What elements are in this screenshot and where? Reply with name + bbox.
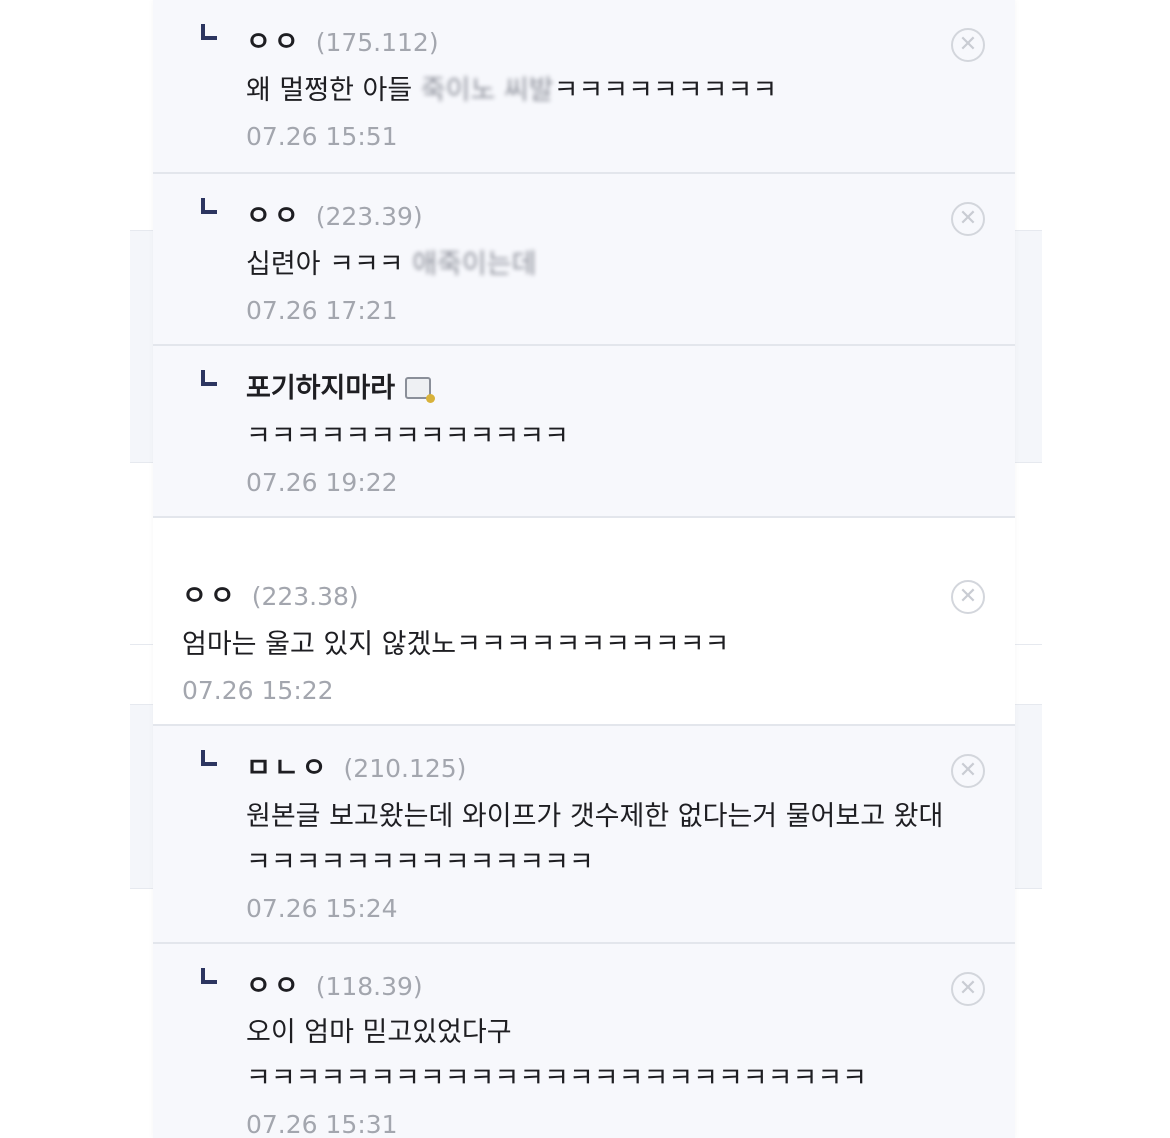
reply-arrow-icon (201, 24, 217, 40)
reply-comment: 포기하지마라 ㅋㅋㅋㅋㅋㅋㅋㅋㅋㅋㅋㅋㅋ 07.26 19:22 (153, 346, 1015, 518)
comment-header: ㅇㅇ (118.39) (246, 964, 423, 1003)
comment-text: 십련아 ㅋㅋㅋ (246, 249, 413, 280)
close-circle-icon[interactable]: ✕ (951, 580, 985, 614)
comment-header: ㅇㅇ (223.38) (182, 574, 359, 613)
comment-ip: (210.125) (343, 754, 467, 783)
close-circle-icon[interactable]: ✕ (951, 972, 985, 1006)
comment-body: 왜 멀쩡한 아들 죽이노 씨발ㅋㅋㅋㅋㅋㅋㅋㅋㅋ (246, 68, 966, 114)
root-comment: ㅇㅇ (223.38) 엄마는 울고 있지 않겠노ㅋㅋㅋㅋㅋㅋㅋㅋㅋㅋㅋ 07.… (153, 518, 1015, 726)
comment-text-tail: ㅋㅋㅋㅋㅋㅋㅋㅋㅋ (553, 75, 778, 106)
reply-arrow-icon (201, 198, 217, 214)
comment-date: 07.26 15:22 (182, 676, 334, 705)
reply-comment: ㅁㄴㅇ (210.125) 원본글 보고왔는데 와이프가 갯수제한 없다는거 물… (153, 726, 1015, 944)
comment-date: 07.26 15:31 (246, 1110, 398, 1138)
comment-body: ㅋㅋㅋㅋㅋㅋㅋㅋㅋㅋㅋㅋㅋ (246, 421, 569, 452)
comment-header: ㅁㄴㅇ (210.125) (246, 746, 466, 785)
comment-panel: ㅇㅇ (175.112) 왜 멀쩡한 아들 죽이노 씨발ㅋㅋㅋㅋㅋㅋㅋㅋㅋ 07… (153, 0, 1015, 1138)
fixed-nick-badge-icon (405, 377, 436, 403)
comment-ip: (223.39) (315, 202, 423, 231)
comment-header: ㅇㅇ (175.112) (246, 20, 439, 59)
comment-text: 왜 멀쩡한 아들 (246, 75, 421, 106)
reply-comment: ㅇㅇ (175.112) 왜 멀쩡한 아들 죽이노 씨발ㅋㅋㅋㅋㅋㅋㅋㅋㅋ 07… (153, 0, 1015, 174)
comment-body: 십련아 ㅋㅋㅋ 애죽이는데 (246, 242, 966, 288)
reply-comment: ㅇㅇ (223.39) 십련아 ㅋㅋㅋ 애죽이는데 07.26 17:21 ✕ (153, 174, 1015, 346)
comment-body: 원본글 보고왔는데 와이프가 갯수제한 없다는거 물어보고 왔대 ㅋㅋㅋㅋㅋㅋㅋ… (246, 801, 952, 878)
comment-date: 07.26 19:22 (246, 468, 398, 497)
comment-date: 07.26 15:24 (246, 894, 398, 923)
close-circle-icon[interactable]: ✕ (951, 28, 985, 62)
reply-comment: ㅇㅇ (118.39) 오이 엄마 믿고있었다구 ㅋㅋㅋㅋㅋㅋㅋㅋㅋㅋㅋㅋㅋㅋㅋ… (153, 944, 1015, 1138)
reply-arrow-icon (201, 750, 217, 766)
comment-date: 07.26 17:21 (246, 296, 398, 325)
close-circle-icon[interactable]: ✕ (951, 202, 985, 236)
reply-arrow-icon (201, 968, 217, 984)
comment-ip: (175.112) (315, 28, 439, 57)
comment-list-page: ㅇㅇ (175.112) 왜 멀쩡한 아들 죽이노 씨발ㅋㅋㅋㅋㅋㅋㅋㅋㅋ 07… (0, 0, 1170, 1138)
comment-nickname[interactable]: ㅇㅇ (246, 20, 302, 59)
comment-header: 포기하지마라 (246, 366, 436, 405)
comment-nickname[interactable]: 포기하지마라 (246, 366, 395, 405)
censored-text: 죽이노 씨발 (420, 75, 554, 106)
comment-nickname[interactable]: ㅇㅇ (182, 574, 238, 613)
censored-text: 애죽이는데 (412, 249, 537, 280)
comment-body: 오이 엄마 믿고있었다구 ㅋㅋㅋㅋㅋㅋㅋㅋㅋㅋㅋㅋㅋㅋㅋㅋㅋㅋㅋㅋㅋㅋㅋㅋㅋ (246, 1017, 867, 1094)
comment-ip: (118.39) (315, 972, 423, 1001)
reply-arrow-icon (201, 370, 217, 386)
comment-header: ㅇㅇ (223.39) (246, 194, 423, 233)
comment-ip: (223.38) (251, 582, 359, 611)
comment-nickname[interactable]: ㅁㄴㅇ (246, 746, 330, 785)
comment-nickname[interactable]: ㅇㅇ (246, 964, 302, 1003)
comment-date: 07.26 15:51 (246, 122, 398, 151)
close-circle-icon[interactable]: ✕ (951, 754, 985, 788)
comment-body: 엄마는 울고 있지 않겠노ㅋㅋㅋㅋㅋㅋㅋㅋㅋㅋㅋ (182, 629, 730, 660)
comment-nickname[interactable]: ㅇㅇ (246, 194, 302, 233)
